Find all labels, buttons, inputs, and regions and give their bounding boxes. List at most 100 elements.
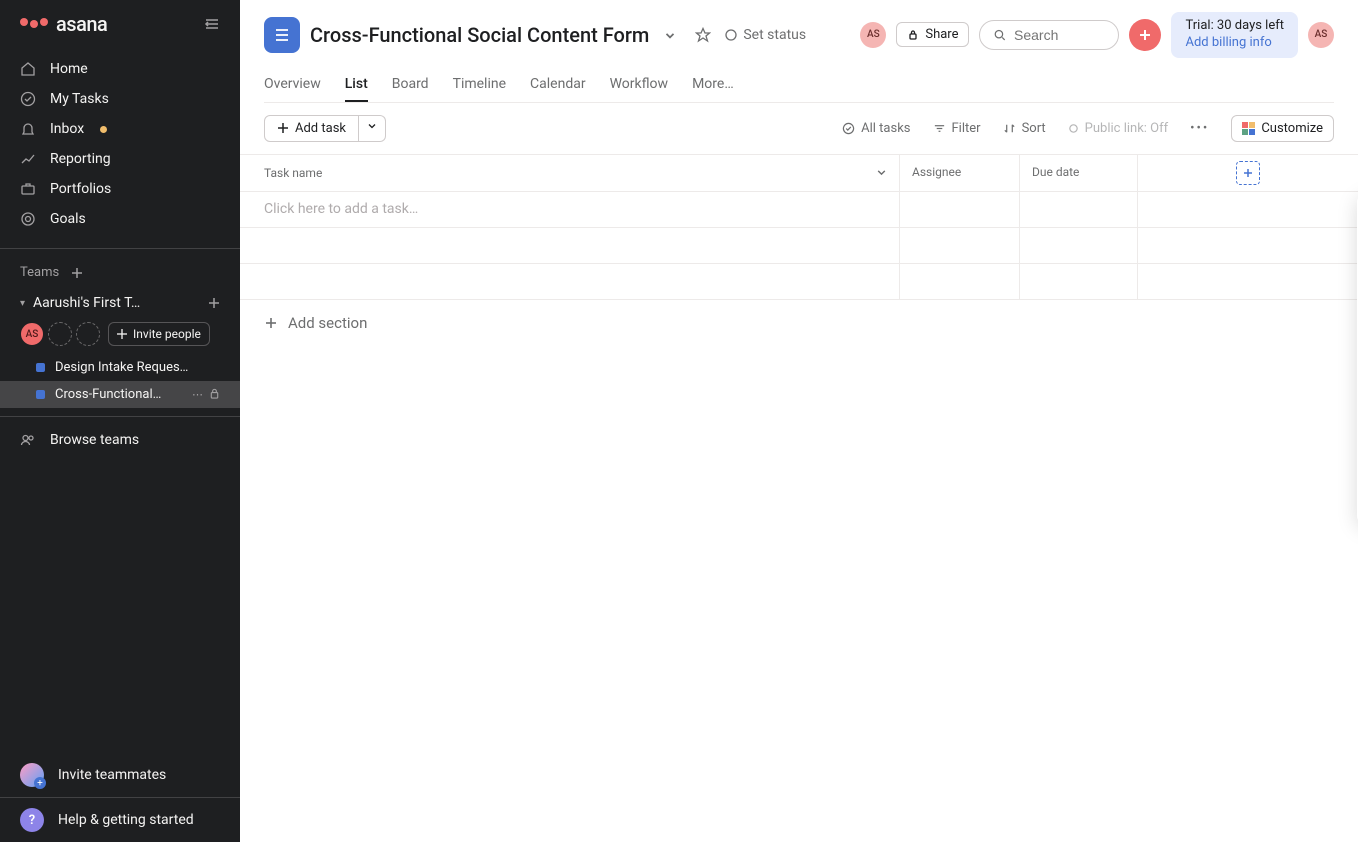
nav-inbox[interactable]: Inbox [0, 114, 240, 144]
brand-logo[interactable]: asana [20, 12, 107, 36]
cell-assignee[interactable] [900, 264, 1020, 299]
browse-teams-button[interactable]: Browse teams [0, 425, 240, 455]
public-link-button[interactable]: Public link: Off [1068, 121, 1168, 136]
tab-overview[interactable]: Overview [264, 68, 321, 102]
project-icon[interactable] [264, 17, 300, 53]
sidebar-collapse-button[interactable] [200, 12, 224, 36]
more-icon[interactable]: ⋯ [192, 388, 203, 401]
add-billing-link[interactable]: Add billing info [1185, 35, 1284, 52]
cell-task[interactable] [240, 228, 900, 263]
main-nav: Home My Tasks Inbox Reporting Portfolios [0, 48, 240, 240]
task-row-empty[interactable] [240, 228, 1358, 264]
sort-label: Sort [1022, 121, 1046, 136]
target-icon [20, 211, 36, 227]
nav-home[interactable]: Home [0, 54, 240, 84]
home-icon [20, 61, 36, 77]
add-task-label: Add task [295, 121, 346, 136]
project-item-active[interactable]: Cross-Functional… ⋯ [0, 381, 240, 408]
customize-label: Customize [1261, 121, 1323, 136]
search-box[interactable] [979, 20, 1119, 50]
grid-header: Task name Assignee Due date [240, 155, 1358, 192]
invite-teammates-button[interactable]: Invite teammates [0, 753, 240, 797]
share-button[interactable]: Share [896, 22, 969, 47]
trial-banner[interactable]: Trial: 30 days left Add billing info [1171, 12, 1298, 58]
star-icon[interactable] [691, 23, 715, 47]
help-button[interactable]: ? Help & getting started [0, 797, 240, 842]
set-status-label: Set status [743, 27, 806, 43]
column-label: Assignee [912, 165, 961, 179]
project-tabs: Overview List Board Timeline Calendar Wo… [264, 68, 1334, 103]
team-item[interactable]: ▾ Aarushi's First T… [0, 288, 240, 318]
check-circle-icon [20, 91, 36, 107]
cell-due[interactable] [1020, 228, 1138, 263]
tab-calendar[interactable]: Calendar [530, 68, 586, 102]
cell-spare [1138, 192, 1358, 227]
nav-portfolios[interactable]: Portfolios [0, 174, 240, 204]
more-options-button[interactable]: ••• [1190, 121, 1209, 136]
quick-add-button[interactable] [1129, 19, 1161, 51]
add-task-dropdown[interactable] [359, 115, 386, 142]
project-name: Cross-Functional… [55, 387, 182, 402]
project-item[interactable]: Design Intake Reques… [0, 354, 240, 381]
avatar-placeholder[interactable] [76, 322, 100, 346]
nav-label: Home [50, 61, 88, 77]
invite-avatar-icon [20, 763, 44, 787]
chart-icon [20, 151, 36, 167]
add-column-button[interactable] [1236, 161, 1260, 185]
task-row-empty[interactable] [240, 264, 1358, 300]
trial-days-label: Trial: 30 days left [1185, 18, 1284, 35]
chevron-down-icon[interactable] [876, 167, 887, 178]
avatar-placeholder[interactable] [48, 322, 72, 346]
tab-board[interactable]: Board [392, 68, 429, 102]
tab-timeline[interactable]: Timeline [453, 68, 506, 102]
task-row-placeholder[interactable]: Click here to add a task… [240, 192, 1358, 228]
tab-workflow[interactable]: Workflow [610, 68, 669, 102]
add-project-button[interactable] [208, 297, 220, 309]
column-label: Due date [1032, 165, 1079, 179]
invite-people-button[interactable]: Invite people [108, 322, 210, 346]
project-color-icon [36, 363, 45, 372]
avatar[interactable]: AS [20, 322, 44, 346]
nav-reporting[interactable]: Reporting [0, 144, 240, 174]
invite-teammates-label: Invite teammates [58, 767, 166, 783]
help-icon: ? [20, 808, 44, 832]
set-status-button[interactable]: Set status [725, 27, 806, 43]
add-team-button[interactable] [71, 267, 83, 279]
customize-icon [1242, 122, 1255, 135]
user-avatar[interactable]: AS [1308, 22, 1334, 48]
column-task-name[interactable]: Task name [240, 155, 900, 191]
browse-teams-label: Browse teams [50, 432, 139, 448]
task-placeholder[interactable]: Click here to add a task… [240, 192, 900, 227]
filter-button[interactable]: Filter [933, 121, 981, 136]
column-assignee[interactable]: Assignee [900, 155, 1020, 191]
cell-task[interactable] [240, 264, 900, 299]
cell-assignee[interactable] [900, 228, 1020, 263]
briefcase-icon [20, 181, 36, 197]
nav-label: Reporting [50, 151, 111, 167]
nav-label: Inbox [50, 121, 84, 137]
cell-due[interactable] [1020, 192, 1138, 227]
customize-button[interactable]: Customize [1231, 115, 1334, 142]
team-name: Aarushi's First T… [33, 295, 200, 311]
sort-button[interactable]: Sort [1003, 121, 1046, 136]
tab-more[interactable]: More… [692, 68, 734, 102]
member-avatar[interactable]: AS [860, 22, 886, 48]
project-title[interactable]: Cross-Functional Social Content Form [310, 23, 649, 47]
all-tasks-button[interactable]: All tasks [842, 121, 910, 136]
cell-assignee[interactable] [900, 192, 1020, 227]
nav-goals[interactable]: Goals [0, 204, 240, 234]
invite-people-label: Invite people [133, 327, 201, 341]
teams-header: Teams [0, 257, 240, 288]
project-menu-button[interactable] [659, 24, 681, 46]
column-due-date[interactable]: Due date [1020, 155, 1138, 191]
sidebar: asana Home My Tasks Inbox Reporti [0, 0, 240, 842]
bell-icon [20, 121, 36, 137]
brand-name: asana [56, 12, 107, 36]
add-section-button[interactable]: Add section [240, 300, 1358, 346]
add-task-button[interactable]: Add task [264, 115, 359, 142]
cell-due[interactable] [1020, 264, 1138, 299]
lock-icon [209, 388, 220, 401]
nav-my-tasks[interactable]: My Tasks [0, 84, 240, 114]
tab-list[interactable]: List [345, 68, 368, 102]
search-input[interactable] [1014, 27, 1104, 43]
